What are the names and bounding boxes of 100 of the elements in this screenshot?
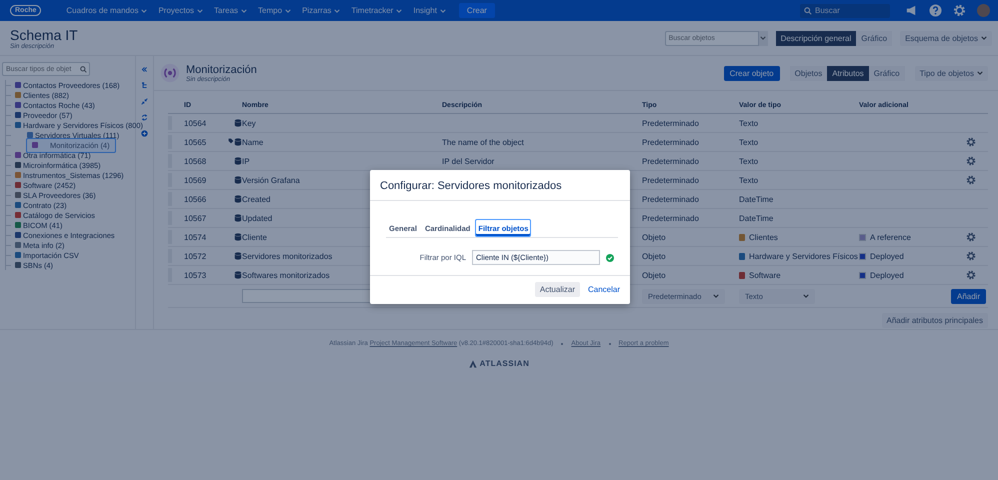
- schema-title: Schema IT: [10, 26, 78, 42]
- caret-icon: [440, 8, 446, 14]
- create-object-button[interactable]: Crear objeto: [724, 66, 780, 80]
- table-cell: Predeterminado: [642, 156, 699, 166]
- settings-icon[interactable]: [966, 156, 976, 166]
- view-tab[interactable]: Descripción general: [776, 30, 856, 46]
- table-cell: Predeterminado: [642, 194, 699, 204]
- table-cell: A reference: [870, 232, 911, 242]
- nav-menu[interactable]: Pizarras: [298, 6, 344, 15]
- table-cell: 10573: [184, 270, 206, 280]
- caret-icon: [713, 293, 720, 299]
- table-cell: Hardware y Servidores Físicos: [739, 252, 858, 260]
- nav-menu[interactable]: Tareas: [210, 6, 252, 15]
- atlassian-logo-icon: [468, 360, 477, 368]
- database-icon: [234, 233, 242, 241]
- search-icon: [804, 6, 812, 14]
- table-cell: Name: [242, 138, 264, 146]
- object-type-dropdown[interactable]: Tipo de objetos: [914, 66, 988, 80]
- table-cell: 10568: [184, 156, 206, 166]
- table-cell: Objeto: [642, 270, 666, 280]
- table-cell: The name of the object: [442, 138, 524, 146]
- caret-icon: [334, 8, 340, 14]
- database-icon: [234, 119, 242, 127]
- database-icon: [234, 195, 242, 203]
- add-icon[interactable]: [141, 130, 148, 137]
- database-icon: [234, 214, 242, 222]
- caret-icon: [977, 70, 983, 76]
- table-cell: Texto: [739, 156, 758, 166]
- table-cell: Servidores monitorizados: [242, 252, 332, 260]
- table-cell: Clientes: [739, 232, 778, 242]
- table-cell: Versión Grafana: [242, 176, 300, 184]
- collapse-icon[interactable]: [141, 66, 148, 73]
- table-cell: 10574: [184, 232, 206, 242]
- table-cell: IP del Servidor: [442, 156, 494, 166]
- table-cell: Predeterminado: [642, 138, 699, 146]
- table-cell: Texto: [739, 118, 758, 128]
- caret-icon: [197, 8, 204, 14]
- cancel-link[interactable]: Cancelar: [588, 285, 620, 294]
- settings-icon[interactable]: [966, 232, 976, 242]
- table-cell: 10566: [184, 194, 206, 204]
- table-cell: 10569: [184, 176, 206, 184]
- table-cell: Softwares monitorizados: [242, 270, 330, 280]
- table-cell: Texto: [739, 138, 758, 146]
- table-cell: DateTime: [739, 194, 774, 204]
- caret-icon: [241, 8, 248, 14]
- search-field[interactable]: Buscar: [800, 4, 890, 18]
- settings-icon[interactable]: [966, 137, 976, 147]
- table-cell: 10567: [184, 214, 206, 222]
- separator-dot: [561, 342, 564, 344]
- separator-dot: [608, 342, 611, 344]
- table-cell: Created: [242, 194, 270, 204]
- database-icon: [234, 176, 242, 184]
- table-cell: Objeto: [642, 252, 666, 260]
- table-cell: Predeterminado: [642, 118, 699, 128]
- table-cell: Texto: [739, 176, 758, 184]
- help-icon[interactable]: [929, 4, 942, 17]
- add-main-attributes-button[interactable]: Añadir atributos principales: [882, 313, 988, 328]
- dropdown-toggle[interactable]: [758, 30, 768, 46]
- table-cell: Predeterminado: [642, 176, 699, 184]
- table-cell: Deployed: [870, 270, 904, 280]
- nav-menu[interactable]: Timetracker: [347, 6, 406, 15]
- add-button[interactable]: Añadir: [951, 288, 986, 304]
- search-icon: [80, 66, 87, 72]
- settings-icon[interactable]: [966, 175, 976, 185]
- nav-menu[interactable]: Insight: [409, 6, 450, 15]
- table-cell: 10564: [184, 118, 206, 128]
- view-tab[interactable]: Gráfico: [868, 66, 905, 80]
- hierarchy-icon[interactable]: [141, 82, 148, 89]
- nav-menu[interactable]: Proyectos: [154, 6, 208, 15]
- object-schema-dropdown[interactable]: Esquema de objetos: [900, 30, 992, 46]
- caret-icon: [396, 8, 402, 14]
- table-cell: Deployed: [870, 252, 904, 260]
- view-tab[interactable]: Objetos: [790, 66, 828, 80]
- nav-menu[interactable]: Tempo: [254, 6, 296, 15]
- table-cell: Cliente: [242, 232, 267, 242]
- compress-icon[interactable]: [141, 98, 148, 105]
- database-icon: [234, 252, 242, 260]
- table-cell: Predeterminado: [642, 214, 699, 222]
- table-cell: Objeto: [642, 232, 666, 242]
- caret-icon: [981, 35, 987, 41]
- table-cell: IP: [242, 156, 250, 166]
- broadcast-icon: [160, 63, 180, 83]
- refresh-icon[interactable]: [141, 114, 148, 121]
- settings-icon[interactable]: [966, 270, 976, 280]
- settings-icon[interactable]: [966, 251, 976, 261]
- megaphone-icon[interactable]: [905, 4, 918, 17]
- database-icon: [234, 157, 242, 165]
- table-cell: 10565: [184, 138, 206, 146]
- table-cell: Key: [242, 118, 256, 128]
- dialog-title: Configurar: Servidores monitorizados: [370, 170, 630, 201]
- caret-icon: [802, 293, 809, 299]
- caret-icon: [285, 8, 292, 14]
- update-button[interactable]: Actualizar: [534, 282, 580, 297]
- view-tab[interactable]: Gráfico: [856, 30, 892, 46]
- nav-menu[interactable]: Cuadros de mandos: [62, 6, 152, 15]
- create-button[interactable]: Crear: [458, 3, 495, 18]
- table-cell: DateTime: [739, 214, 774, 222]
- footer-logo: ATLASSIAN: [480, 359, 530, 368]
- view-tab[interactable]: Atributos: [827, 66, 869, 80]
- table-cell: Software: [739, 270, 781, 280]
